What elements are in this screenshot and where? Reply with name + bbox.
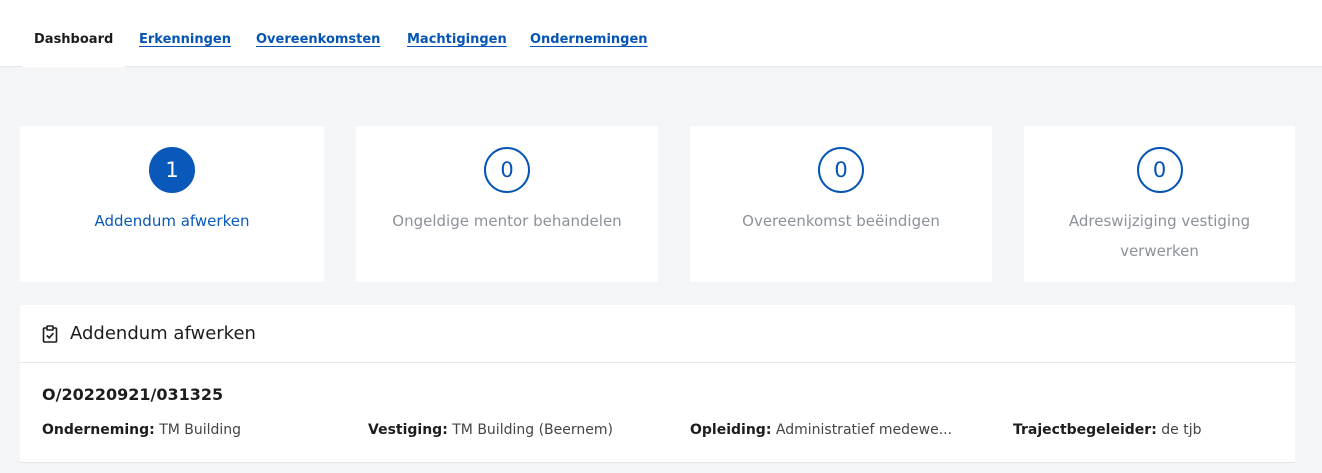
task-count-badge: 0 [484, 147, 530, 193]
field-onderneming: Onderneming: TM Building [42, 422, 241, 438]
panel-header: Addendum afwerken [20, 305, 1295, 363]
tab-overeenkomsten[interactable]: Overeenkomsten [256, 12, 380, 67]
tab-machtigingen[interactable]: Machtigingen [407, 12, 507, 67]
task-card-label: Overeenkomst beëindigen [742, 212, 940, 230]
tab-ondernemingen[interactable]: Ondernemingen [530, 12, 648, 67]
task-card-ongeldige-mentor[interactable]: 0 Ongeldige mentor behandelen [356, 126, 658, 282]
agreement-number[interactable]: O/20220921/031325 [42, 385, 223, 404]
task-card-label: Addendum afwerken [94, 212, 250, 230]
top-navigation: Dashboard Erkenningen Overeenkomsten Mac… [0, 0, 1322, 67]
task-card-label: Ongeldige mentor behandelen [392, 212, 622, 230]
field-label: Onderneming: [42, 422, 155, 438]
field-label: Trajectbegeleider: [1013, 422, 1157, 438]
tab-dashboard[interactable]: Dashboard [22, 12, 126, 67]
field-trajectbegeleider: Trajectbegeleider: de tjb [1013, 422, 1201, 438]
field-vestiging: Vestiging: TM Building (Beernem) [368, 422, 613, 438]
task-card-adreswijziging[interactable]: 0 Adreswijziging vestiging verwerken [1024, 126, 1295, 282]
field-label: Vestiging: [368, 422, 448, 438]
field-value: de tjb [1161, 422, 1202, 438]
task-card-overeenkomst-beeindigen[interactable]: 0 Overeenkomst beëindigen [690, 126, 992, 282]
clipboard-check-icon [42, 325, 58, 343]
field-value: Administratief medewe... [775, 422, 953, 438]
tab-erkenningen[interactable]: Erkenningen [139, 12, 231, 67]
task-card-label: Adreswijziging vestiging verwerken [1068, 212, 1251, 260]
field-value: TM Building [159, 422, 242, 438]
field-value: TM Building (Beernem) [452, 422, 613, 438]
panel-title: Addendum afwerken [70, 323, 256, 344]
addendum-panel: Addendum afwerken O/20220921/031325 Onde… [20, 305, 1295, 462]
panel-divider [20, 462, 1295, 463]
field-opleiding: Opleiding: Administratief medewe... [690, 422, 952, 438]
task-count-badge: 0 [818, 147, 864, 193]
task-count-badge: 0 [1136, 147, 1183, 193]
task-count-badge: 1 [149, 147, 195, 193]
task-card-addendum[interactable]: 1 Addendum afwerken [20, 126, 324, 282]
field-label: Opleiding: [690, 422, 772, 438]
